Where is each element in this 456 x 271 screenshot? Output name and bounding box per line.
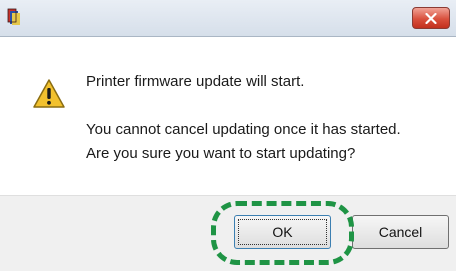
ok-button-label: OK bbox=[272, 224, 293, 240]
title-bar bbox=[0, 0, 456, 37]
dialog-window: Printer firmware update will start. You … bbox=[0, 0, 456, 271]
ok-button[interactable]: OK bbox=[234, 215, 331, 249]
button-bar: OK Cancel bbox=[0, 195, 456, 271]
close-button[interactable] bbox=[412, 7, 450, 29]
warning-icon bbox=[32, 78, 66, 110]
close-icon bbox=[425, 12, 437, 24]
message-area: Printer firmware update will start. You … bbox=[0, 37, 456, 195]
printer-app-icon bbox=[7, 8, 21, 26]
message-line-1: Printer firmware update will start. bbox=[86, 73, 305, 90]
cancel-button[interactable]: Cancel bbox=[352, 215, 449, 249]
cancel-button-label: Cancel bbox=[378, 224, 423, 240]
message-line-2: You cannot cancel updating once it has s… bbox=[86, 121, 401, 138]
message-line-3: Are you sure you want to start updating? bbox=[86, 145, 356, 162]
